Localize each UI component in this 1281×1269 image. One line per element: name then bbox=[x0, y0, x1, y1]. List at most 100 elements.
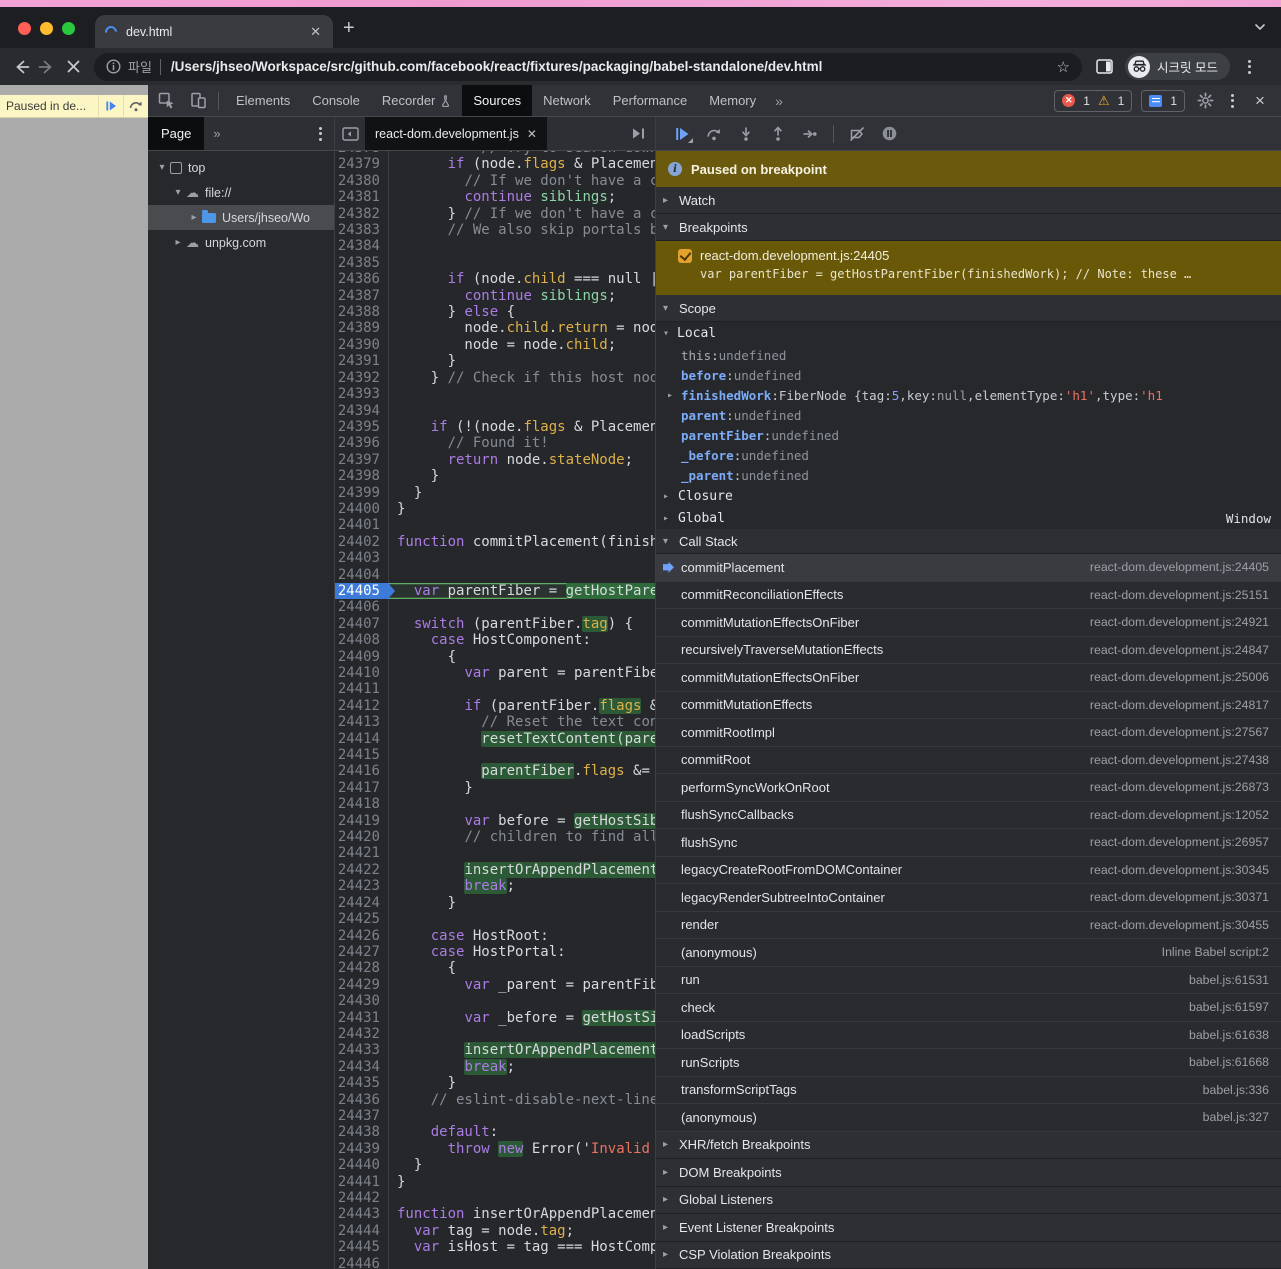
line-number[interactable]: 24430 bbox=[335, 993, 389, 1009]
url-text[interactable]: /Users/jhseo/Workspace/src/github.com/fa… bbox=[171, 59, 1049, 74]
scope-variable-u-before[interactable]: _before: undefined bbox=[656, 445, 1281, 465]
line-number[interactable]: 24422 bbox=[335, 862, 389, 878]
overlay-resume-button[interactable] bbox=[98, 95, 123, 117]
scope-variable-before[interactable]: before: undefined bbox=[656, 365, 1281, 385]
line-number[interactable]: 24384 bbox=[335, 238, 389, 254]
code-viewport[interactable]: 24378 // Try to search down unti24379 if… bbox=[335, 151, 655, 1269]
devtools-tab-network[interactable]: Network bbox=[532, 85, 602, 116]
line-number[interactable]: 24381 bbox=[335, 189, 389, 205]
editor-more-tabs-icon[interactable] bbox=[631, 117, 647, 150]
call-stack-frame[interactable]: commitMutationEffectsreact-dom.developme… bbox=[656, 692, 1281, 720]
call-stack-frame[interactable]: runScriptsbabel.js:61668 bbox=[656, 1049, 1281, 1077]
tab-search-chevron-icon[interactable] bbox=[1253, 20, 1267, 34]
line-number[interactable]: 24439 bbox=[335, 1141, 389, 1157]
line-number[interactable]: 24382 bbox=[335, 206, 389, 222]
macos-minimize-button[interactable] bbox=[40, 22, 53, 35]
devtools-tab-sources[interactable]: Sources bbox=[462, 85, 532, 116]
call-stack-frame[interactable]: recursivelyTraverseMutationEffectsreact-… bbox=[656, 637, 1281, 665]
line-number[interactable]: 24425 bbox=[335, 911, 389, 927]
resume-script-button[interactable] bbox=[668, 121, 696, 147]
line-number[interactable]: 24433 bbox=[335, 1042, 389, 1058]
pause-on-exceptions-button[interactable] bbox=[875, 121, 903, 147]
line-number[interactable]: 24408 bbox=[335, 632, 389, 648]
device-toolbar-icon[interactable] bbox=[184, 88, 212, 114]
line-number[interactable]: 24403 bbox=[335, 550, 389, 566]
collapsed-arrow-icon[interactable]: ▸ bbox=[188, 212, 200, 223]
line-number[interactable]: 24432 bbox=[335, 1026, 389, 1042]
line-number[interactable]: 24396 bbox=[335, 435, 389, 451]
devtools-close-icon[interactable]: × bbox=[1249, 90, 1271, 112]
section-header-csp-violation-breakpoints[interactable]: ▸CSP Violation Breakpoints bbox=[656, 1242, 1281, 1269]
line-number[interactable]: 24400 bbox=[335, 501, 389, 517]
line-number[interactable]: 24443 bbox=[335, 1206, 389, 1222]
line-number[interactable]: 24385 bbox=[335, 255, 389, 271]
call-stack-frame[interactable]: checkbabel.js:61597 bbox=[656, 994, 1281, 1022]
call-stack-frame[interactable]: commitRootreact-dom.development.js:27438 bbox=[656, 747, 1281, 775]
scope-section-header[interactable]: ▾ Scope bbox=[656, 295, 1281, 322]
expanded-arrow-icon[interactable]: ▾ bbox=[156, 162, 168, 173]
line-number[interactable]: 24412 bbox=[335, 698, 389, 714]
line-number[interactable]: 24405 bbox=[335, 583, 389, 599]
watch-section-header[interactable]: ▸ Watch bbox=[656, 187, 1281, 214]
navigator-more-tabs[interactable]: » bbox=[204, 117, 229, 150]
line-number[interactable]: 24441 bbox=[335, 1174, 389, 1190]
errors-warnings-badge[interactable]: ✕ 1 ⚠ 1 bbox=[1054, 90, 1132, 112]
navigator-tab-page[interactable]: Page bbox=[148, 117, 204, 150]
call-stack-frame[interactable]: commitReconciliationEffectsreact-dom.dev… bbox=[656, 582, 1281, 610]
line-number[interactable]: 24411 bbox=[335, 681, 389, 697]
line-number[interactable]: 24436 bbox=[335, 1092, 389, 1108]
devtools-tab-memory[interactable]: Memory bbox=[698, 85, 767, 116]
line-number[interactable]: 24387 bbox=[335, 288, 389, 304]
collapsed-arrow-icon[interactable]: ▸ bbox=[667, 390, 673, 401]
line-number[interactable]: 24438 bbox=[335, 1124, 389, 1140]
line-number[interactable]: 24427 bbox=[335, 944, 389, 960]
call-stack-frame[interactable]: commitRootImplreact-dom.development.js:2… bbox=[656, 719, 1281, 747]
page-info-icon[interactable] bbox=[106, 59, 121, 74]
tab-close-icon[interactable]: ✕ bbox=[308, 24, 323, 40]
more-panels-chevron[interactable]: » bbox=[767, 93, 791, 109]
devtools-tab-performance[interactable]: Performance bbox=[602, 85, 698, 116]
navigator-item-top[interactable]: ▾top bbox=[148, 155, 334, 180]
line-number[interactable]: 24431 bbox=[335, 1010, 389, 1026]
call-stack-frame[interactable]: flushSyncCallbacksreact-dom.development.… bbox=[656, 802, 1281, 830]
line-number[interactable]: 24418 bbox=[335, 796, 389, 812]
scope-closure-header[interactable]: ▸ Closure bbox=[656, 485, 1281, 507]
line-number[interactable]: 24445 bbox=[335, 1239, 389, 1255]
navigator-item-unpkg-com[interactable]: ▸☁unpkg.com bbox=[148, 230, 334, 255]
incognito-profile-chip[interactable]: 시크릿 모드 bbox=[1125, 53, 1230, 80]
line-number[interactable]: 24380 bbox=[335, 173, 389, 189]
section-header-event-listener-breakpoints[interactable]: ▸Event Listener Breakpoints bbox=[656, 1214, 1281, 1242]
settings-gear-icon[interactable] bbox=[1194, 90, 1216, 112]
call-stack-frame[interactable]: performSyncWorkOnRootreact-dom.developme… bbox=[656, 774, 1281, 802]
call-stack-frame[interactable]: (anonymous)Inline Babel script:2 bbox=[656, 939, 1281, 967]
call-stack-frame[interactable]: loadScriptsbabel.js:61638 bbox=[656, 1022, 1281, 1050]
line-number[interactable]: 24390 bbox=[335, 337, 389, 353]
deactivate-breakpoints-button[interactable] bbox=[843, 121, 871, 147]
line-number[interactable]: 24417 bbox=[335, 780, 389, 796]
bookmark-star-icon[interactable]: ☆ bbox=[1057, 58, 1070, 76]
breakpoints-section-header[interactable]: ▾ Breakpoints bbox=[656, 214, 1281, 241]
section-header-xhr-fetch-breakpoints[interactable]: ▸XHR/fetch Breakpoints bbox=[656, 1132, 1281, 1160]
call-stack-frame[interactable]: transformScriptTagsbabel.js:336 bbox=[656, 1077, 1281, 1105]
expanded-arrow-icon[interactable]: ▾ bbox=[172, 187, 184, 198]
forward-button[interactable] bbox=[34, 54, 60, 80]
breakpoint-entry[interactable]: react-dom.development.js:24405 var paren… bbox=[656, 241, 1281, 295]
scope-variable-this[interactable]: this: undefined bbox=[656, 345, 1281, 365]
breakpoint-checkbox[interactable] bbox=[678, 249, 692, 263]
line-number[interactable]: 24402 bbox=[335, 534, 389, 550]
line-number[interactable]: 24393 bbox=[335, 386, 389, 402]
line-number[interactable]: 24394 bbox=[335, 403, 389, 419]
line-number[interactable]: 24404 bbox=[335, 567, 389, 583]
issues-badge[interactable]: 1 bbox=[1141, 90, 1185, 112]
devtools-tab-recorder[interactable]: Recorder bbox=[371, 85, 462, 116]
line-number[interactable]: 24421 bbox=[335, 845, 389, 861]
step-button[interactable] bbox=[796, 121, 824, 147]
call-stack-frame[interactable]: legacyCreateRootFromDOMContainerreact-do… bbox=[656, 857, 1281, 885]
line-number[interactable]: 24392 bbox=[335, 370, 389, 386]
line-number[interactable]: 24426 bbox=[335, 928, 389, 944]
scope-global-header[interactable]: ▸ Global Window bbox=[656, 507, 1281, 529]
line-number[interactable]: 24407 bbox=[335, 616, 389, 632]
scope-variable-parent[interactable]: parent: undefined bbox=[656, 405, 1281, 425]
line-number[interactable]: 24395 bbox=[335, 419, 389, 435]
step-over-button[interactable] bbox=[700, 121, 728, 147]
